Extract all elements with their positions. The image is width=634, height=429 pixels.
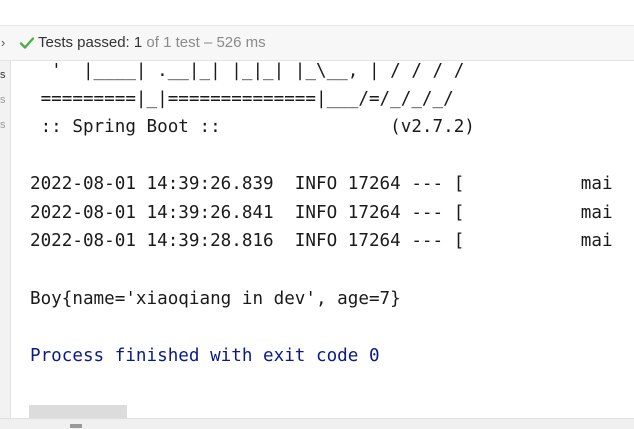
log-line-2: 2022-08-01 14:39:26.841 INFO 17264 --- [… (30, 203, 613, 223)
spring-boot-version-line: :: Spring Boot :: (v2.7.2) (30, 117, 475, 137)
gutter-tab-3[interactable]: s (0, 119, 10, 132)
horizontal-scrollbar-thumb[interactable] (29, 405, 127, 418)
banner-line-1: ' |____| .__|_| |_|_| |_\__, | / / / / (30, 61, 465, 81)
program-output-line: Boy{name='xiaoqiang in dev', age=7} (30, 289, 401, 309)
log-line-1: 2022-08-01 14:39:26.839 INFO 17264 --- [… (30, 174, 613, 194)
chevron-right-icon[interactable]: › (1, 34, 15, 52)
console-output[interactable]: ' |____| .__|_| |_|_| |_\__, | / / / / =… (30, 0, 634, 418)
side-gutter: s s s (0, 61, 11, 419)
bottom-marker (70, 424, 82, 428)
process-exit-line: Process finished with exit code 0 (30, 346, 380, 366)
horizontal-scrollbar[interactable] (0, 418, 634, 429)
gutter-tab-2[interactable]: s (0, 94, 10, 107)
banner-line-2: =========|_|==============|___/=/_/_/_/ (30, 89, 454, 109)
gutter-tab-1[interactable]: s (0, 69, 10, 82)
log-line-3: 2022-08-01 14:39:28.816 INFO 17264 --- [… (30, 231, 613, 251)
